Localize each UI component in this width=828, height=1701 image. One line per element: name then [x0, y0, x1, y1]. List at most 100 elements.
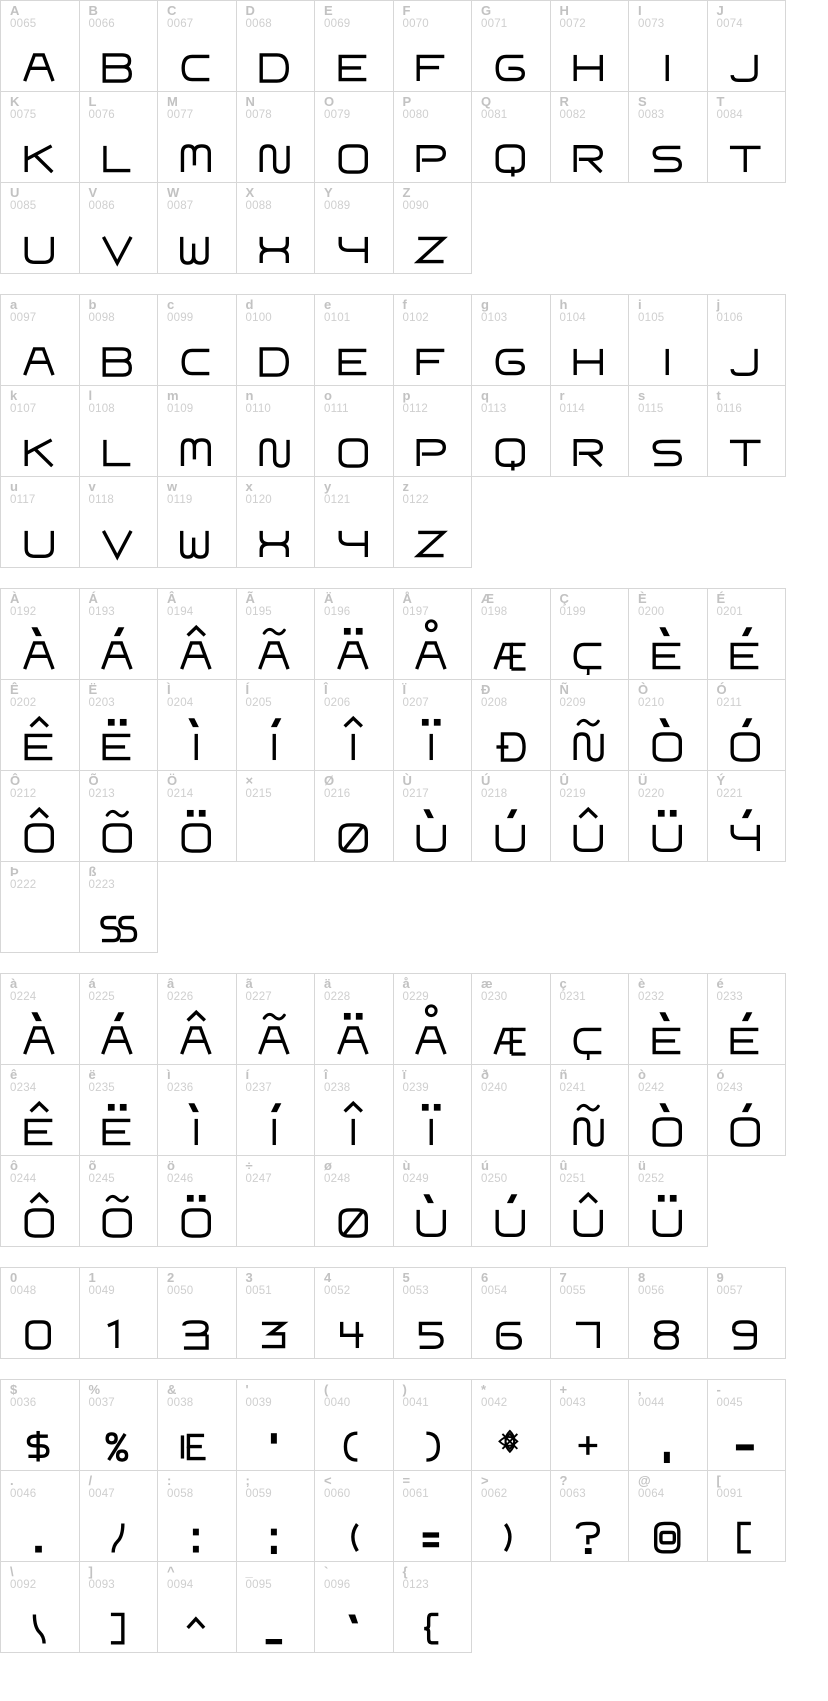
char-cell[interactable]: Ù 0217	[392, 770, 472, 862]
char-cell[interactable]: Â 0194	[157, 588, 237, 680]
char-cell[interactable]: Ì 0204	[157, 679, 237, 771]
char-cell[interactable]: ; 0059	[235, 1470, 315, 1562]
char-cell[interactable]: = 0061	[392, 1470, 472, 1562]
char-cell[interactable]: Q 0081	[471, 91, 551, 183]
char-cell[interactable]: X 0088	[235, 182, 315, 274]
char-cell[interactable]: \ 0092	[0, 1561, 80, 1653]
char-cell[interactable]: +0043	[549, 1379, 629, 1471]
char-cell[interactable]: × 0215	[235, 770, 315, 862]
char-cell[interactable]: Ê 0202	[0, 679, 80, 771]
char-cell[interactable]: . 0046	[0, 1470, 80, 1562]
char-cell[interactable]: d 0100	[235, 294, 315, 386]
char-cell[interactable]: ð 0240	[471, 1064, 551, 1156]
char-cell[interactable]: ' 0039	[235, 1379, 315, 1471]
char-cell[interactable]: y 0121	[314, 476, 394, 568]
char-cell[interactable]: Ö 0214	[157, 770, 237, 862]
char-cell[interactable]: S 0083	[628, 91, 708, 183]
char-cell[interactable]: 7 0055	[549, 1267, 629, 1359]
char-cell[interactable]: j 0106	[706, 294, 786, 386]
char-cell[interactable]: O 0079	[314, 91, 394, 183]
char-cell[interactable]: g 0103	[471, 294, 551, 386]
char-cell[interactable]: i 0105	[628, 294, 708, 386]
char-cell[interactable]: ú 0250	[471, 1155, 551, 1247]
char-cell[interactable]: è 0232	[628, 973, 708, 1065]
char-cell[interactable]: û 0251	[549, 1155, 629, 1247]
char-cell[interactable]: b 0098	[78, 294, 158, 386]
char-cell[interactable]: z 0122	[392, 476, 472, 568]
char-cell[interactable]: $0036	[0, 1379, 80, 1471]
char-cell[interactable]: I 0073	[628, 0, 708, 92]
char-cell[interactable]: Ü 0220	[628, 770, 708, 862]
char-cell[interactable]: Ð 0208	[471, 679, 551, 771]
char-cell[interactable]: Å 0197	[392, 588, 472, 680]
char-cell[interactable]: f 0102	[392, 294, 472, 386]
char-cell[interactable]: ` 0096	[314, 1561, 394, 1653]
char-cell[interactable]: Ú 0218	[471, 770, 551, 862]
char-cell[interactable]: 6 0054	[471, 1267, 551, 1359]
char-cell[interactable]: a 0097	[0, 294, 80, 386]
char-cell[interactable]: & 0038	[157, 1379, 237, 1471]
char-cell[interactable]: Æ 0198	[471, 588, 551, 680]
char-cell[interactable]: _ 0095	[235, 1561, 315, 1653]
char-cell[interactable]: h 0104	[549, 294, 629, 386]
char-cell[interactable]: m 0109	[157, 385, 237, 477]
char-cell[interactable]: Ó 0211	[706, 679, 786, 771]
char-cell[interactable]: 5 0053	[392, 1267, 472, 1359]
char-cell[interactable]: ë 0235	[78, 1064, 158, 1156]
char-cell[interactable]: Á 0193	[78, 588, 158, 680]
char-cell[interactable]: C 0067	[157, 0, 237, 92]
char-cell[interactable]: t 0116	[706, 385, 786, 477]
char-cell[interactable]: /0047	[78, 1470, 158, 1562]
char-cell[interactable]: í 0237	[235, 1064, 315, 1156]
char-cell[interactable]: Ë 0203	[78, 679, 158, 771]
char-cell[interactable]: à 0224	[0, 973, 80, 1065]
char-cell[interactable]: ï 0239	[392, 1064, 472, 1156]
char-cell[interactable]: R 0082	[549, 91, 629, 183]
char-cell[interactable]: -0045	[706, 1379, 786, 1471]
char-cell[interactable]: F 0070	[392, 0, 472, 92]
char-cell[interactable]: {0123	[392, 1561, 472, 1653]
char-cell[interactable]: v 0118	[78, 476, 158, 568]
char-cell[interactable]: ÷ 0247	[235, 1155, 315, 1247]
char-cell[interactable]: B 0066	[78, 0, 158, 92]
char-cell[interactable]: p 0112	[392, 385, 472, 477]
char-cell[interactable]: ñ 0241	[549, 1064, 629, 1156]
char-cell[interactable]: 3 0051	[235, 1267, 315, 1359]
char-cell[interactable]: ó 0243	[706, 1064, 786, 1156]
char-cell[interactable]: Î 0206	[314, 679, 394, 771]
char-cell[interactable]: o 0111	[314, 385, 394, 477]
char-cell[interactable]: 9 0057	[706, 1267, 786, 1359]
char-cell[interactable]: Þ 0222	[0, 861, 80, 953]
char-cell[interactable]: 0 0048	[0, 1267, 80, 1359]
char-cell[interactable]: Ä 0196	[314, 588, 394, 680]
char-cell[interactable]: r 0114	[549, 385, 629, 477]
char-cell[interactable]: q 0113	[471, 385, 551, 477]
char-cell[interactable]: ^ 0094	[157, 1561, 237, 1653]
char-cell[interactable]: î 0238	[314, 1064, 394, 1156]
char-cell[interactable]: Ñ 0209	[549, 679, 629, 771]
char-cell[interactable]: 4 0052	[314, 1267, 394, 1359]
char-cell[interactable]: á 0225	[78, 973, 158, 1065]
char-cell[interactable]: ã 0227	[235, 973, 315, 1065]
char-cell[interactable]: Ý 0221	[706, 770, 786, 862]
char-cell[interactable]: ] 0093	[78, 1561, 158, 1653]
char-cell[interactable]: 2 0050	[157, 1267, 237, 1359]
char-cell[interactable]: Z 0090	[392, 182, 472, 274]
char-cell[interactable]: Ô 0212	[0, 770, 80, 862]
char-cell[interactable]: é 0233	[706, 973, 786, 1065]
char-cell[interactable]: V 0086	[78, 182, 158, 274]
char-cell[interactable]: õ 0245	[78, 1155, 158, 1247]
char-cell[interactable]: >0062	[471, 1470, 551, 1562]
char-cell[interactable]: T 0084	[706, 91, 786, 183]
char-cell[interactable]: Í 0205	[235, 679, 315, 771]
char-cell[interactable]: e 0101	[314, 294, 394, 386]
char-cell[interactable]: s 0115	[628, 385, 708, 477]
char-cell[interactable]: ç 0231	[549, 973, 629, 1065]
char-cell[interactable]: ) 0041	[392, 1379, 472, 1471]
char-cell[interactable]: K 0075	[0, 91, 80, 183]
char-cell[interactable]: È 0200	[628, 588, 708, 680]
char-cell[interactable]: E 0069	[314, 0, 394, 92]
char-cell[interactable]: M 0077	[157, 91, 237, 183]
char-cell[interactable]: J 0074	[706, 0, 786, 92]
char-cell[interactable]: l 0108	[78, 385, 158, 477]
